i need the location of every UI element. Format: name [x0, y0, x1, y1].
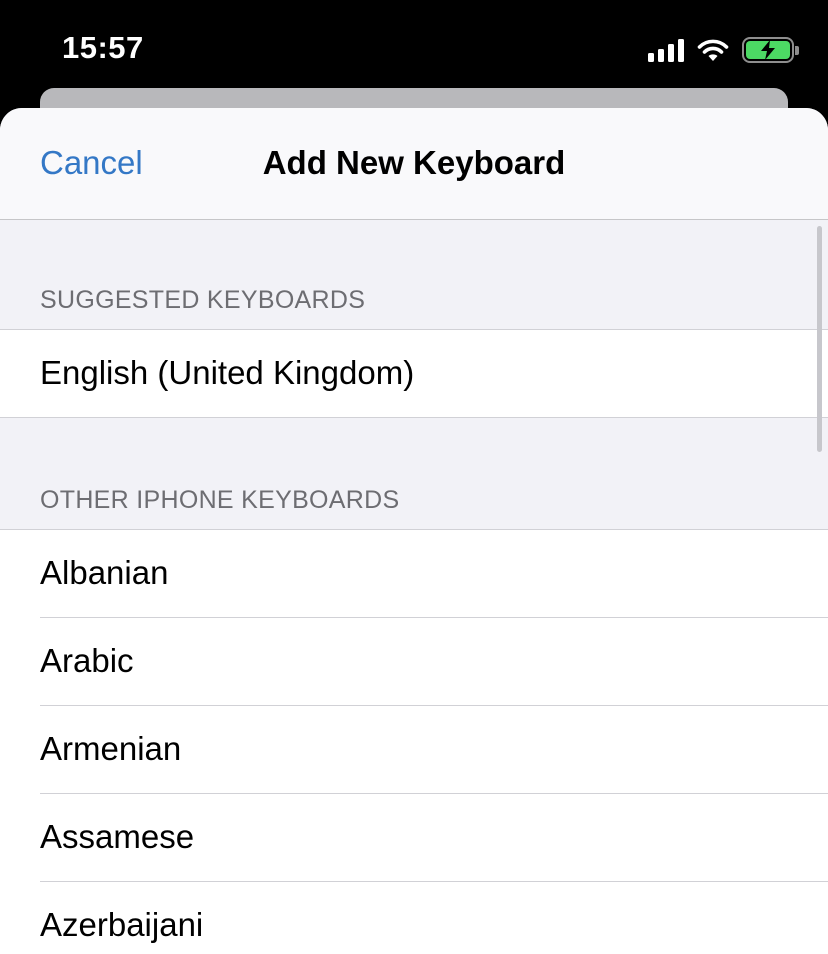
list-item[interactable]: Arabic	[0, 618, 828, 706]
list-item-label: Arabic	[40, 642, 134, 679]
status-time: 15:57	[62, 30, 144, 65]
section-header-suggested: SUGGESTED KEYBOARDS	[0, 220, 828, 330]
wifi-icon	[697, 39, 729, 61]
status-bar: 15:57	[0, 0, 828, 100]
list-item[interactable]: Armenian	[0, 706, 828, 794]
suggested-keyboards-list: English (United Kingdom)	[0, 330, 828, 418]
status-icons	[648, 36, 799, 64]
list-item-label: English (United Kingdom)	[40, 354, 415, 391]
list-item[interactable]: English (United Kingdom)	[0, 330, 828, 418]
list-item[interactable]: Albanian	[0, 530, 828, 618]
list-item-label: Armenian	[40, 730, 182, 767]
list-item-label: Azerbaijani	[40, 906, 204, 943]
list-item-label: Assamese	[40, 818, 195, 855]
section-header-other: OTHER IPHONE KEYBOARDS	[0, 418, 828, 530]
section-header-label: OTHER IPHONE KEYBOARDS	[40, 486, 400, 514]
other-keyboards-list: Albanian Arabic Armenian Assamese Azerba…	[0, 530, 828, 954]
signal-icon	[648, 38, 684, 62]
list-item[interactable]: Azerbaijani	[0, 882, 828, 954]
scrollbar[interactable]	[817, 226, 822, 452]
list-item[interactable]: Assamese	[0, 794, 828, 882]
list-item-label: Albanian	[40, 554, 169, 591]
battery-charging-icon	[742, 37, 799, 63]
add-keyboard-sheet: Cancel Add New Keyboard SUGGESTED KEYBOA…	[0, 108, 828, 954]
page-title: Add New Keyboard	[262, 144, 566, 181]
section-header-label: SUGGESTED KEYBOARDS	[40, 286, 366, 314]
navigation-bar: Cancel Add New Keyboard	[0, 108, 828, 220]
